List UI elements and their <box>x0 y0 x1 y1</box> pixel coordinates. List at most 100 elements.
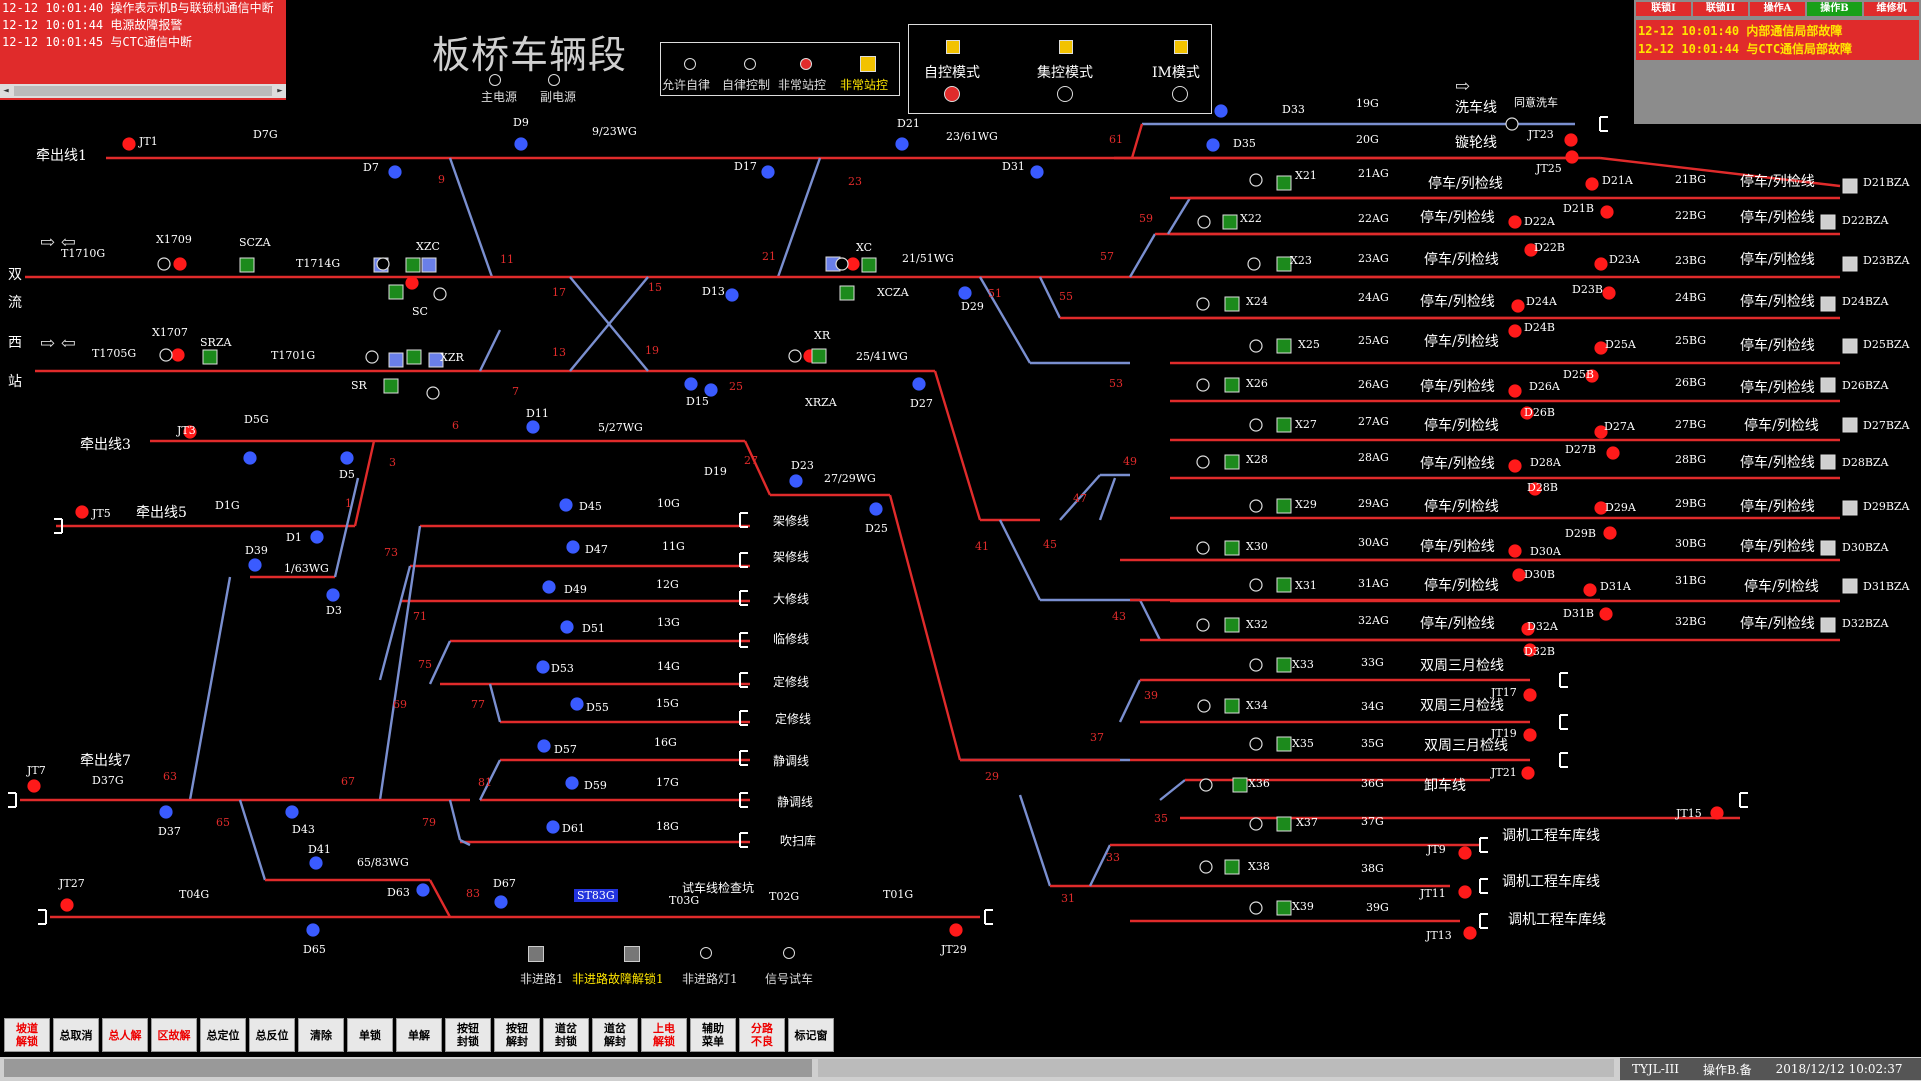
mode-lamp-icon[interactable] <box>860 56 876 72</box>
signal-red-lamp[interactable] <box>1583 583 1597 597</box>
signal-off-lamp[interactable] <box>1505 117 1519 131</box>
mode-lamp-icon[interactable] <box>744 58 756 70</box>
end-button[interactable] <box>1842 417 1858 433</box>
signal-blue-lamp[interactable] <box>309 856 323 870</box>
command-button[interactable]: 总取消 <box>53 1018 99 1052</box>
shunt-button[interactable] <box>1224 617 1240 633</box>
signal-red-lamp[interactable] <box>1463 926 1477 940</box>
command-button[interactable]: 道岔解封 <box>592 1018 638 1052</box>
signal-blue-lamp[interactable] <box>912 377 926 391</box>
signal-red-lamp[interactable] <box>405 276 419 290</box>
command-button[interactable]: 总反位 <box>249 1018 295 1052</box>
signal-red-lamp[interactable] <box>1508 459 1522 473</box>
signal-red-lamp[interactable] <box>1606 446 1620 460</box>
signal-red-lamp[interactable] <box>171 348 185 362</box>
signal-blue-lamp[interactable] <box>570 697 584 711</box>
shunt-button[interactable] <box>406 349 422 365</box>
signal-blue-lamp[interactable] <box>526 420 540 434</box>
signal-red-lamp[interactable] <box>75 505 89 519</box>
signal-red-lamp[interactable] <box>1594 257 1608 271</box>
st83g-button[interactable]: ST83G <box>574 889 618 902</box>
status-tab-operator-a[interactable]: 操作A <box>1750 2 1805 16</box>
signal-red-lamp[interactable] <box>1585 177 1599 191</box>
signal-red-lamp[interactable] <box>846 257 860 271</box>
signal-red-lamp[interactable] <box>949 923 963 937</box>
status-tab-interlock-1[interactable]: 联锁I <box>1636 2 1691 16</box>
signal-off-lamp[interactable] <box>426 386 440 400</box>
shunt-button[interactable] <box>1276 417 1292 433</box>
end-button[interactable] <box>1842 578 1858 594</box>
signal-off-lamp[interactable] <box>1199 860 1213 874</box>
signal-red-lamp[interactable] <box>1523 688 1537 702</box>
shunt-button[interactable] <box>1276 338 1292 354</box>
end-button[interactable] <box>1820 454 1836 470</box>
signal-blue-lamp[interactable] <box>340 451 354 465</box>
mode-lamp-icon[interactable] <box>800 58 812 70</box>
signal-off-lamp[interactable] <box>376 257 390 271</box>
signal-blue-lamp[interactable] <box>1214 104 1228 118</box>
signal-red-lamp[interactable] <box>1508 324 1522 338</box>
signal-off-lamp[interactable] <box>1249 901 1263 915</box>
signal-off-lamp[interactable] <box>1196 455 1210 469</box>
shunt-button[interactable] <box>383 378 399 394</box>
end-button[interactable] <box>1820 296 1836 312</box>
scroll-right-icon[interactable]: ► <box>274 85 286 97</box>
shunt-button[interactable] <box>405 257 421 273</box>
end-button[interactable] <box>1820 214 1836 230</box>
signal-blue-lamp[interactable] <box>306 923 320 937</box>
signal-blue-lamp[interactable] <box>869 502 883 516</box>
signal-blue-lamp[interactable] <box>326 588 340 602</box>
signal-off-lamp[interactable] <box>1197 215 1211 229</box>
command-button[interactable]: 单解 <box>396 1018 442 1052</box>
signal-blue-lamp[interactable] <box>566 540 580 554</box>
shunt-button[interactable] <box>1224 377 1240 393</box>
command-button[interactable]: 总定位 <box>200 1018 246 1052</box>
scroll-thumb[interactable] <box>14 86 272 96</box>
shunt-button[interactable] <box>1276 900 1292 916</box>
shunt-button[interactable] <box>1276 498 1292 514</box>
end-button[interactable] <box>1842 256 1858 272</box>
command-button[interactable]: 坡道解锁 <box>4 1018 50 1052</box>
signal-blue-lamp[interactable] <box>514 137 528 151</box>
command-button[interactable]: 总人解 <box>102 1018 148 1052</box>
signal-blue-lamp[interactable] <box>684 377 698 391</box>
signal-blue-lamp[interactable] <box>1030 165 1044 179</box>
control-mode-lamp-icon[interactable] <box>944 86 960 102</box>
alarm-scrollbar[interactable]: ◄ ► <box>0 84 286 98</box>
signal-red-lamp[interactable] <box>1458 846 1472 860</box>
signal-red-lamp[interactable] <box>1458 885 1472 899</box>
signal-blue-lamp[interactable] <box>310 530 324 544</box>
mode-lamp-icon[interactable] <box>684 58 696 70</box>
signal-red-lamp[interactable] <box>27 779 41 793</box>
shunt-button[interactable] <box>811 348 827 364</box>
signal-red-lamp[interactable] <box>1508 384 1522 398</box>
signal-blue-lamp[interactable] <box>542 580 556 594</box>
route-button[interactable] <box>421 257 437 273</box>
signal-off-lamp[interactable] <box>157 257 171 271</box>
signal-off-lamp[interactable] <box>1249 418 1263 432</box>
signal-off-lamp[interactable] <box>1249 817 1263 831</box>
signal-red-lamp[interactable] <box>1600 205 1614 219</box>
end-button[interactable] <box>1820 617 1836 633</box>
signal-blue-lamp[interactable] <box>958 286 972 300</box>
status-tab-maintenance[interactable]: 维修机 <box>1864 2 1919 16</box>
signal-off-lamp[interactable] <box>1196 297 1210 311</box>
shunt-button[interactable] <box>1224 296 1240 312</box>
command-button[interactable]: 按钮解封 <box>494 1018 540 1052</box>
signal-blue-lamp[interactable] <box>1206 138 1220 152</box>
signal-blue-lamp[interactable] <box>285 805 299 819</box>
signal-off-lamp[interactable] <box>1249 737 1263 751</box>
signal-red-lamp[interactable] <box>1602 286 1616 300</box>
signal-blue-lamp[interactable] <box>494 895 508 909</box>
end-button[interactable] <box>1842 500 1858 516</box>
shunt-button[interactable] <box>1276 256 1292 272</box>
signal-blue-lamp[interactable] <box>243 451 257 465</box>
signal-red-lamp[interactable] <box>122 137 136 151</box>
signal-blue-lamp[interactable] <box>559 498 573 512</box>
end-button[interactable] <box>1842 338 1858 354</box>
shunt-button[interactable] <box>1276 736 1292 752</box>
signal-blue-lamp[interactable] <box>388 165 402 179</box>
signal-blue-lamp[interactable] <box>565 776 579 790</box>
signal-off-lamp[interactable] <box>1249 339 1263 353</box>
route-button[interactable] <box>388 352 404 368</box>
